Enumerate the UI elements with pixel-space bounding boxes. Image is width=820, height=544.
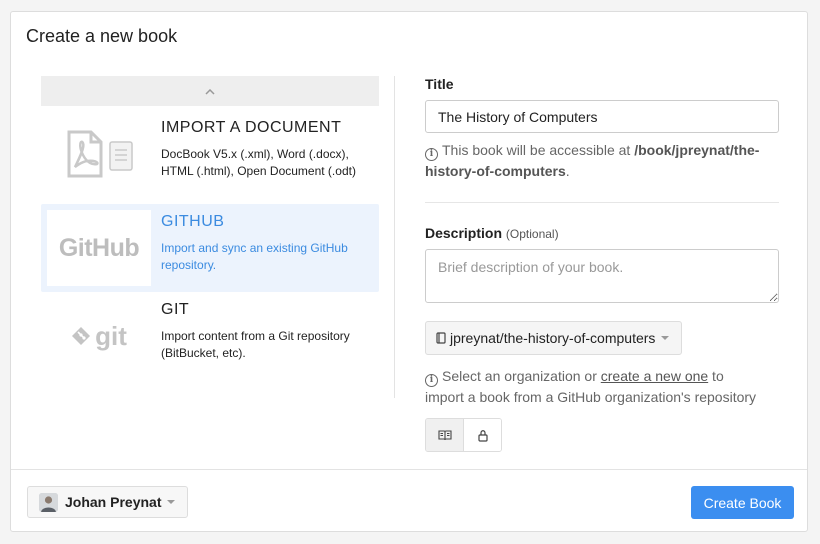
book-icon bbox=[436, 332, 446, 344]
source-list: IMPORT A DOCUMENT DocBook V5.x (.xml), W… bbox=[41, 76, 379, 380]
form-divider bbox=[425, 202, 779, 203]
source-github[interactable]: GitHub GITHUB Import and sync an existin… bbox=[41, 204, 379, 292]
avatar bbox=[39, 492, 58, 512]
chevron-down-icon bbox=[661, 336, 670, 340]
org-help-prefix: Select an organization or bbox=[442, 368, 601, 384]
footer-divider bbox=[11, 469, 807, 470]
url-help: i This book will be accessible at /book/j… bbox=[425, 140, 779, 181]
repository-select[interactable]: jpreynat/the-history-of-computers bbox=[425, 321, 683, 355]
git-logo-text: git bbox=[95, 320, 127, 351]
url-path-line2: history-of-computers bbox=[425, 163, 566, 179]
source-name: IMPORT A DOCUMENT bbox=[161, 119, 342, 136]
create-book-button[interactable]: Create Book bbox=[691, 486, 794, 519]
repository-value: jpreynat/the-history-of-computers bbox=[450, 330, 656, 346]
vertical-divider bbox=[394, 76, 395, 398]
github-logo: GitHub bbox=[47, 210, 151, 286]
source-git[interactable]: git GIT Import content from a Git reposi… bbox=[41, 292, 379, 380]
url-path-line1: /book/jpreynat/the- bbox=[634, 142, 760, 158]
create-organization-link[interactable]: create a new one bbox=[601, 368, 708, 384]
dialog-title: Create a new book bbox=[26, 26, 178, 46]
title-input[interactable] bbox=[425, 100, 779, 133]
lock-icon bbox=[477, 429, 488, 442]
open-book-icon bbox=[437, 429, 452, 441]
book-form: Title i This book will be accessible at /… bbox=[425, 76, 779, 452]
org-help: i Select an organization or create a new … bbox=[425, 366, 779, 407]
pdf-document-icon bbox=[47, 116, 151, 192]
url-help-suffix: . bbox=[565, 163, 570, 179]
github-logo-text: GitHub bbox=[58, 233, 140, 262]
description-label: Description (Optional) bbox=[425, 225, 779, 241]
source-desc-line2: (BitBucket, etc). bbox=[161, 346, 246, 360]
source-desc-line2: repository. bbox=[161, 258, 217, 272]
source-import-document[interactable]: IMPORT A DOCUMENT DocBook V5.x (.xml), W… bbox=[41, 110, 379, 198]
chevron-down-icon bbox=[167, 500, 176, 504]
description-input[interactable] bbox=[425, 249, 779, 303]
source-desc-line1: Import content from a Git repository bbox=[161, 329, 350, 343]
source-desc-line1: Import and sync an existing GitHub bbox=[161, 241, 348, 255]
description-label-text: Description bbox=[425, 225, 503, 241]
owner-select[interactable]: Johan Preynat bbox=[27, 486, 189, 518]
org-help-suffix: to bbox=[708, 368, 724, 384]
optional-hint: (Optional) bbox=[505, 227, 559, 241]
create-book-dialog: Create a new book IMPORT A DOCUMENT DocB… bbox=[10, 11, 808, 532]
source-desc-line2: HTML (.html), Open Document (.odt) bbox=[161, 164, 356, 178]
git-logo: git bbox=[47, 298, 151, 374]
title-label: Title bbox=[425, 76, 454, 92]
org-help-line2: import a book from a GitHub organization… bbox=[425, 389, 757, 405]
info-icon: i bbox=[425, 148, 438, 161]
scroll-up-button[interactable] bbox=[41, 76, 379, 106]
source-name: GITHUB bbox=[161, 213, 225, 230]
owner-name: Johan Preynat bbox=[65, 494, 162, 510]
visibility-toggle bbox=[425, 418, 502, 452]
chevron-up-icon bbox=[205, 84, 215, 98]
url-help-prefix: This book will be accessible at bbox=[442, 142, 635, 158]
private-toggle[interactable] bbox=[464, 419, 501, 451]
info-icon: i bbox=[425, 374, 438, 387]
public-toggle[interactable] bbox=[426, 419, 464, 451]
source-name: GIT bbox=[161, 301, 190, 318]
source-desc-line1: DocBook V5.x (.xml), Word (.docx), bbox=[161, 147, 349, 161]
